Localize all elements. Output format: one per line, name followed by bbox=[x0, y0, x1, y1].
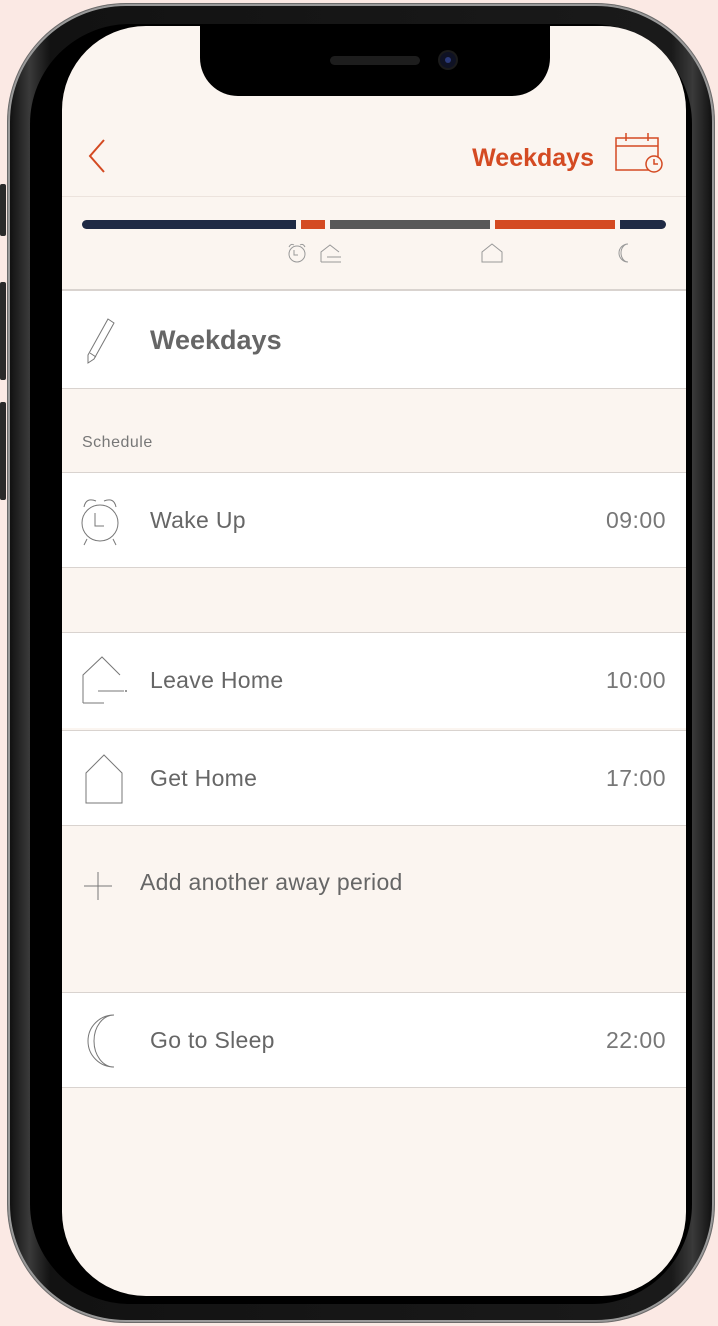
moon-icon bbox=[618, 243, 629, 263]
leave-home-icon bbox=[82, 656, 127, 704]
pencil-icon bbox=[87, 318, 115, 364]
moon-icon bbox=[87, 1014, 115, 1068]
leave-home-time: 10:00 bbox=[605, 667, 666, 693]
chevron-left-icon bbox=[88, 139, 105, 173]
schedule-name-row[interactable]: Weekdays bbox=[62, 290, 686, 389]
leave-home-label: Leave Home bbox=[150, 667, 284, 693]
get-home-row[interactable]: Get Home 17:00 bbox=[62, 730, 686, 826]
timeline-segment-sleep bbox=[620, 220, 666, 229]
timeline-segment-night bbox=[82, 220, 296, 229]
get-home-label: Get Home bbox=[150, 765, 258, 791]
home-icon bbox=[481, 243, 503, 263]
volume-down-button bbox=[0, 402, 6, 500]
page-title: Weekdays bbox=[472, 144, 594, 172]
back-button[interactable] bbox=[82, 134, 122, 178]
go-to-sleep-label: Go to Sleep bbox=[150, 1027, 275, 1053]
phone-frame: Weekdays Weekdays Schedule Wake Up 09:00… bbox=[0, 4, 714, 1322]
mute-switch bbox=[0, 184, 6, 236]
timeline-segment-away bbox=[330, 220, 490, 229]
wake-up-time: 09:00 bbox=[605, 507, 666, 533]
add-away-period-button[interactable]: Add another away period bbox=[62, 856, 686, 916]
calendar-clock-icon bbox=[615, 133, 663, 173]
add-away-period-label: Add another away period bbox=[140, 869, 403, 895]
schedule-timeline bbox=[82, 220, 666, 230]
nav-bar: Weekdays bbox=[62, 116, 686, 197]
go-to-sleep-row[interactable]: Go to Sleep 22:00 bbox=[62, 992, 686, 1088]
front-camera bbox=[440, 52, 456, 68]
home-icon bbox=[85, 754, 123, 804]
wake-up-label: Wake Up bbox=[150, 507, 246, 533]
go-to-sleep-time: 22:00 bbox=[605, 1027, 666, 1053]
alarm-clock-icon bbox=[288, 243, 306, 263]
timeline-segment-home bbox=[495, 220, 615, 229]
get-home-time: 17:00 bbox=[605, 765, 666, 791]
leave-home-icon bbox=[320, 244, 341, 263]
timeline-segment-wake bbox=[301, 220, 325, 229]
speaker bbox=[330, 56, 420, 65]
calendar-button[interactable] bbox=[612, 130, 666, 176]
wake-up-row[interactable]: Wake Up 09:00 bbox=[62, 472, 686, 568]
schedule-name: Weekdays bbox=[150, 325, 282, 355]
screen: Weekdays Weekdays Schedule Wake Up 09:00… bbox=[62, 26, 686, 1296]
timeline-icons bbox=[62, 242, 686, 272]
plus-icon bbox=[84, 872, 112, 900]
alarm-clock-icon bbox=[81, 499, 119, 546]
volume-up-button bbox=[0, 282, 6, 380]
notch bbox=[200, 26, 550, 96]
leave-home-row[interactable]: Leave Home 10:00 bbox=[62, 632, 686, 728]
section-label-schedule: Schedule bbox=[82, 434, 153, 451]
